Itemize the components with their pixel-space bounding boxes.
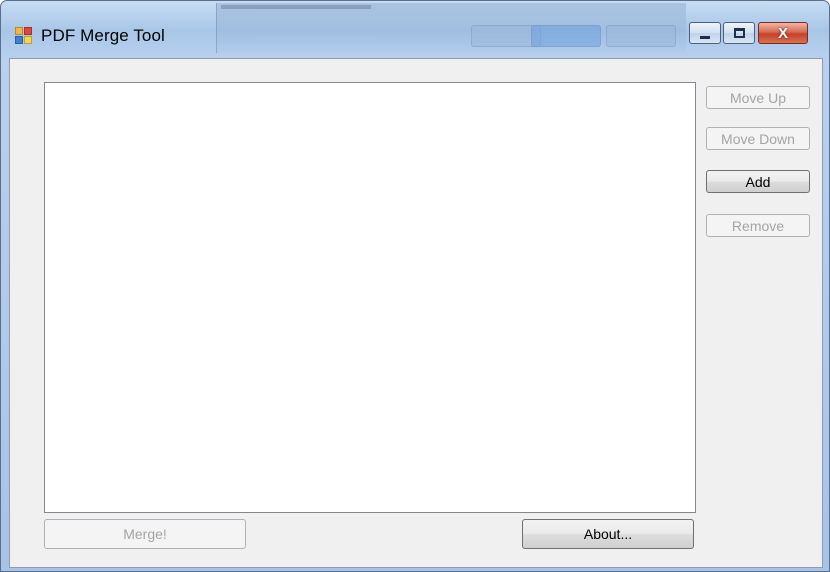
background-window-button (531, 25, 601, 47)
title-bar[interactable]: PDF Merge Tool X (1, 1, 829, 53)
app-window: PDF Merge Tool X Move Up Move Down Add R… (0, 0, 830, 572)
window-title: PDF Merge Tool (41, 26, 165, 45)
about-button[interactable]: About... (522, 519, 694, 549)
background-window-button (606, 25, 676, 47)
maximize-button[interactable] (723, 22, 755, 44)
minimize-button[interactable] (689, 22, 721, 44)
merge-button[interactable]: Merge! (44, 519, 246, 549)
close-button[interactable]: X (758, 22, 808, 44)
remove-button[interactable]: Remove (706, 214, 810, 237)
close-icon: X (777, 24, 788, 42)
move-down-button[interactable]: Move Down (706, 127, 810, 150)
caption-buttons: X (681, 22, 829, 48)
add-button[interactable]: Add (706, 170, 810, 193)
client-area: Move Up Move Down Add Remove Merge! Abou… (9, 58, 823, 568)
minimize-icon (700, 35, 710, 39)
background-window-caption (221, 5, 371, 9)
pdf-merge-app-icon[interactable] (15, 27, 33, 45)
move-up-button[interactable]: Move Up (706, 86, 810, 109)
maximize-icon (733, 28, 745, 38)
pdf-file-list[interactable] (44, 82, 696, 513)
